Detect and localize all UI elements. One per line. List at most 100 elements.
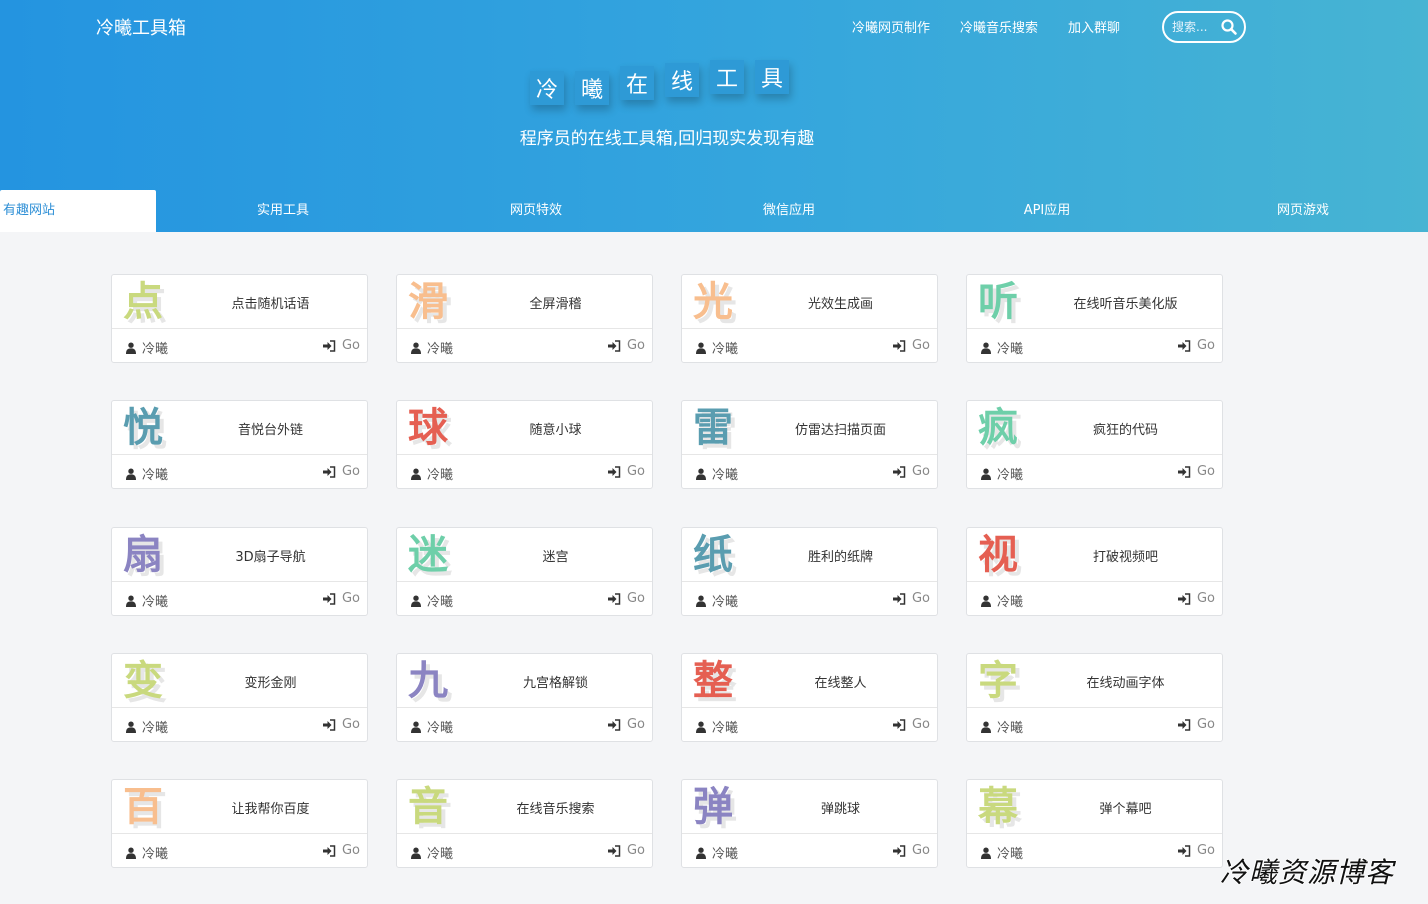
card-title[interactable]: 疯狂的代码	[1029, 419, 1222, 438]
card-header: 滑全屏滑稽	[397, 275, 652, 329]
card-title[interactable]: 随意小球	[459, 419, 652, 438]
card-title[interactable]: 让我帮你百度	[174, 798, 367, 817]
card-go-label[interactable]: Go	[342, 591, 360, 606]
card-title[interactable]: 光效生成画	[744, 293, 937, 312]
card-go-label[interactable]: Go	[342, 464, 360, 479]
card-title[interactable]: 迷宫	[459, 546, 652, 565]
brand-title[interactable]: 冷曦工具箱	[96, 14, 186, 40]
user-icon	[981, 847, 991, 859]
card-go-link[interactable]: Go	[322, 717, 360, 732]
tool-card[interactable]: 音在线音乐搜索 冷曦 Go	[396, 779, 653, 868]
tool-card[interactable]: 悦音悦台外链 冷曦 Go	[111, 400, 368, 489]
tab-fun-sites[interactable]: 有趣网站	[0, 190, 156, 232]
tool-card[interactable]: 点点击随机话语 冷曦 Go	[111, 274, 368, 363]
card-go-link[interactable]: Go	[607, 338, 645, 353]
card-go-label[interactable]: Go	[627, 464, 645, 479]
tool-card[interactable]: 扇 3D扇子导航 冷曦 Go	[111, 527, 368, 616]
tool-card[interactable]: 听在线听音乐美化版 冷曦 Go	[966, 274, 1223, 363]
tool-card[interactable]: 光光效生成画 冷曦 Go	[681, 274, 938, 363]
card-title[interactable]: 变形金刚	[174, 672, 367, 691]
card-title[interactable]: 在线整人	[744, 672, 937, 691]
card-go-link[interactable]: Go	[1177, 717, 1215, 732]
card-go-link[interactable]: Go	[322, 843, 360, 858]
card-go-link[interactable]: Go	[322, 464, 360, 479]
card-footer: 冷曦 Go	[112, 455, 367, 488]
card-title[interactable]: 3D扇子导航	[174, 546, 367, 565]
card-go-label[interactable]: Go	[912, 338, 930, 353]
card-title[interactable]: 音悦台外链	[174, 419, 367, 438]
tool-card[interactable]: 球随意小球 冷曦 Go	[396, 400, 653, 489]
tool-card[interactable]: 迷迷宫 冷曦 Go	[396, 527, 653, 616]
tool-card[interactable]: 字在线动画字体 冷曦 Go	[966, 653, 1223, 742]
card-author: 冷曦	[696, 338, 738, 357]
card-title[interactable]: 弹个幕吧	[1029, 798, 1222, 817]
tab-web-games[interactable]: 网页游戏	[1178, 190, 1428, 232]
card-go-label[interactable]: Go	[342, 338, 360, 353]
card-title[interactable]: 全屏滑稽	[459, 293, 652, 312]
card-go-link[interactable]: Go	[892, 717, 930, 732]
card-go-label[interactable]: Go	[627, 338, 645, 353]
card-go-link[interactable]: Go	[1177, 591, 1215, 606]
card-go-link[interactable]: Go	[892, 338, 930, 353]
tool-card[interactable]: 雷仿雷达扫描页面 冷曦 Go	[681, 400, 938, 489]
card-go-link[interactable]: Go	[607, 591, 645, 606]
tool-card[interactable]: 纸胜利的纸牌 冷曦 Go	[681, 527, 938, 616]
card-title[interactable]: 打破视频吧	[1029, 546, 1222, 565]
card-go-label[interactable]: Go	[1197, 338, 1215, 353]
tool-card[interactable]: 幕弹个幕吧 冷曦 Go	[966, 779, 1223, 868]
card-title[interactable]: 九宫格解锁	[459, 672, 652, 691]
card-go-link[interactable]: Go	[607, 717, 645, 732]
tab-web-effects[interactable]: 网页特效	[410, 190, 662, 232]
card-go-label[interactable]: Go	[627, 717, 645, 732]
tab-api-apps[interactable]: API应用	[916, 190, 1178, 232]
tool-card[interactable]: 百让我帮你百度 冷曦 Go	[111, 779, 368, 868]
card-author-name: 冷曦	[712, 847, 739, 862]
card-author-name: 冷曦	[427, 847, 454, 862]
card-go-label[interactable]: Go	[627, 843, 645, 858]
card-title[interactable]: 弹跳球	[744, 798, 937, 817]
card-go-label[interactable]: Go	[627, 591, 645, 606]
card-go-link[interactable]: Go	[892, 464, 930, 479]
card-go-label[interactable]: Go	[912, 717, 930, 732]
card-go-label[interactable]: Go	[342, 843, 360, 858]
nav-link-join-group[interactable]: 加入群聊	[1068, 17, 1120, 36]
card-go-link[interactable]: Go	[607, 843, 645, 858]
card-title[interactable]: 点击随机话语	[174, 293, 367, 312]
card-go-label[interactable]: Go	[1197, 464, 1215, 479]
card-title[interactable]: 在线音乐搜索	[459, 798, 652, 817]
tool-card[interactable]: 九九宫格解锁 冷曦 Go	[396, 653, 653, 742]
card-go-link[interactable]: Go	[892, 591, 930, 606]
card-title[interactable]: 胜利的纸牌	[744, 546, 937, 565]
tab-practical-tools[interactable]: 实用工具	[156, 190, 410, 232]
card-go-label[interactable]: Go	[912, 843, 930, 858]
card-go-link[interactable]: Go	[1177, 338, 1215, 353]
card-title[interactable]: 仿雷达扫描页面	[744, 419, 937, 438]
card-go-label[interactable]: Go	[912, 464, 930, 479]
tool-card[interactable]: 整在线整人 冷曦 Go	[681, 653, 938, 742]
card-go-link[interactable]: Go	[1177, 843, 1215, 858]
card-title[interactable]: 在线动画字体	[1029, 672, 1222, 691]
tool-card[interactable]: 滑全屏滑稽 冷曦 Go	[396, 274, 653, 363]
card-go-link[interactable]: Go	[607, 464, 645, 479]
card-go-label[interactable]: Go	[1197, 717, 1215, 732]
card-go-label[interactable]: Go	[1197, 591, 1215, 606]
card-go-label[interactable]: Go	[342, 717, 360, 732]
search-input[interactable]	[1172, 20, 1222, 34]
tool-card[interactable]: 弹弹跳球 冷曦 Go	[681, 779, 938, 868]
card-go-link[interactable]: Go	[322, 338, 360, 353]
tab-wechat-apps[interactable]: 微信应用	[662, 190, 916, 232]
card-go-link[interactable]: Go	[892, 843, 930, 858]
tool-card[interactable]: 变变形金刚 冷曦 Go	[111, 653, 368, 742]
card-go-label[interactable]: Go	[912, 591, 930, 606]
logo-char: 在	[620, 66, 654, 100]
card-go-link[interactable]: Go	[1177, 464, 1215, 479]
card-go-label[interactable]: Go	[1197, 843, 1215, 858]
search-button[interactable]	[1220, 18, 1238, 36]
card-char: 幕	[978, 784, 1018, 830]
nav-link-music-search[interactable]: 冷曦音乐搜索	[960, 17, 1038, 36]
card-go-link[interactable]: Go	[322, 591, 360, 606]
card-title[interactable]: 在线听音乐美化版	[1029, 293, 1222, 312]
tool-card[interactable]: 疯疯狂的代码 冷曦 Go	[966, 400, 1223, 489]
nav-link-web-making[interactable]: 冷曦网页制作	[852, 17, 930, 36]
tool-card[interactable]: 视打破视频吧 冷曦 Go	[966, 527, 1223, 616]
